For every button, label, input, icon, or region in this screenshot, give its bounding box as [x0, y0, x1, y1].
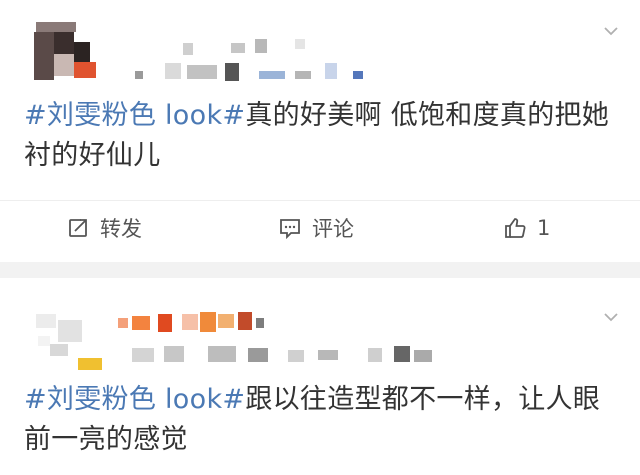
comment-button[interactable]: 评论 — [278, 213, 354, 243]
post-card: #刘雯粉色 look#跟以往造型都不一样，让人眼 前一亮的感觉 — [0, 278, 640, 475]
repost-label: 转发 — [100, 217, 142, 241]
post-text: #刘雯粉色 look#真的好美啊 低饱和度真的把她 衬的好仙儿 — [24, 96, 620, 176]
post-text-line1: 真的好美啊 低饱和度真的把她 — [245, 100, 610, 131]
post-card: #刘雯粉色 look#真的好美啊 低饱和度真的把她 衬的好仙儿 转发 评论 1 — [0, 0, 640, 262]
post-actions: 转发 评论 1 — [0, 200, 640, 256]
thumbs-up-icon — [503, 216, 527, 240]
post-text: #刘雯粉色 look#跟以往造型都不一样，让人眼 前一亮的感觉 — [24, 380, 620, 460]
chevron-down-icon[interactable] — [604, 24, 618, 38]
like-button[interactable]: 1 — [503, 213, 550, 243]
chevron-down-icon[interactable] — [604, 310, 618, 324]
post-separator — [0, 262, 640, 278]
avatar[interactable] — [36, 300, 106, 370]
repost-icon — [66, 216, 90, 240]
topic-link[interactable]: #刘雯粉色 look# — [24, 100, 245, 131]
post-text-line2: 衬的好仙儿 — [24, 140, 161, 171]
repost-button[interactable]: 转发 — [66, 213, 142, 243]
avatar[interactable] — [28, 22, 98, 84]
comment-label: 评论 — [312, 217, 354, 241]
like-count: 1 — [537, 216, 551, 240]
post-text-line2: 前一亮的感觉 — [24, 424, 188, 455]
topic-link[interactable]: #刘雯粉色 look# — [24, 384, 245, 415]
comment-icon — [278, 216, 302, 240]
post-text-line1: 跟以往造型都不一样，让人眼 — [245, 384, 601, 415]
username-blurred[interactable] — [135, 35, 375, 85]
username-blurred[interactable] — [118, 308, 458, 368]
